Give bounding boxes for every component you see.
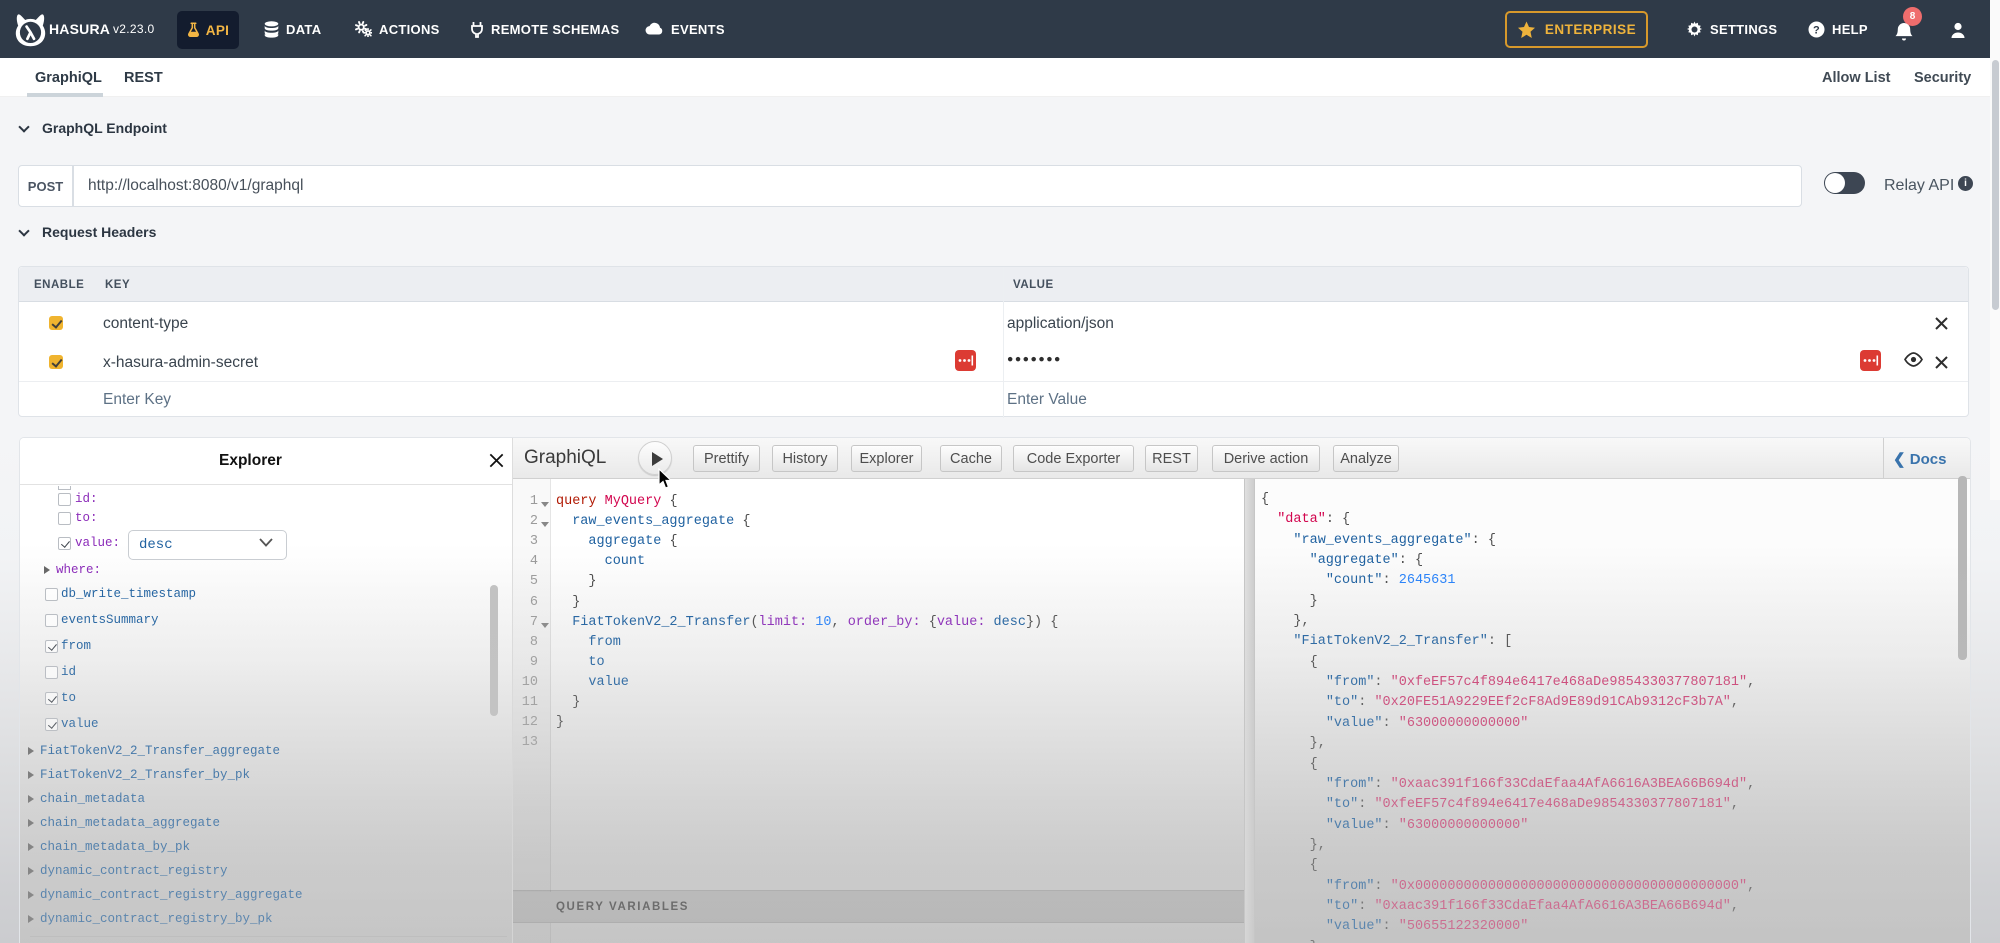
svg-text:?: ? [1813, 24, 1820, 36]
